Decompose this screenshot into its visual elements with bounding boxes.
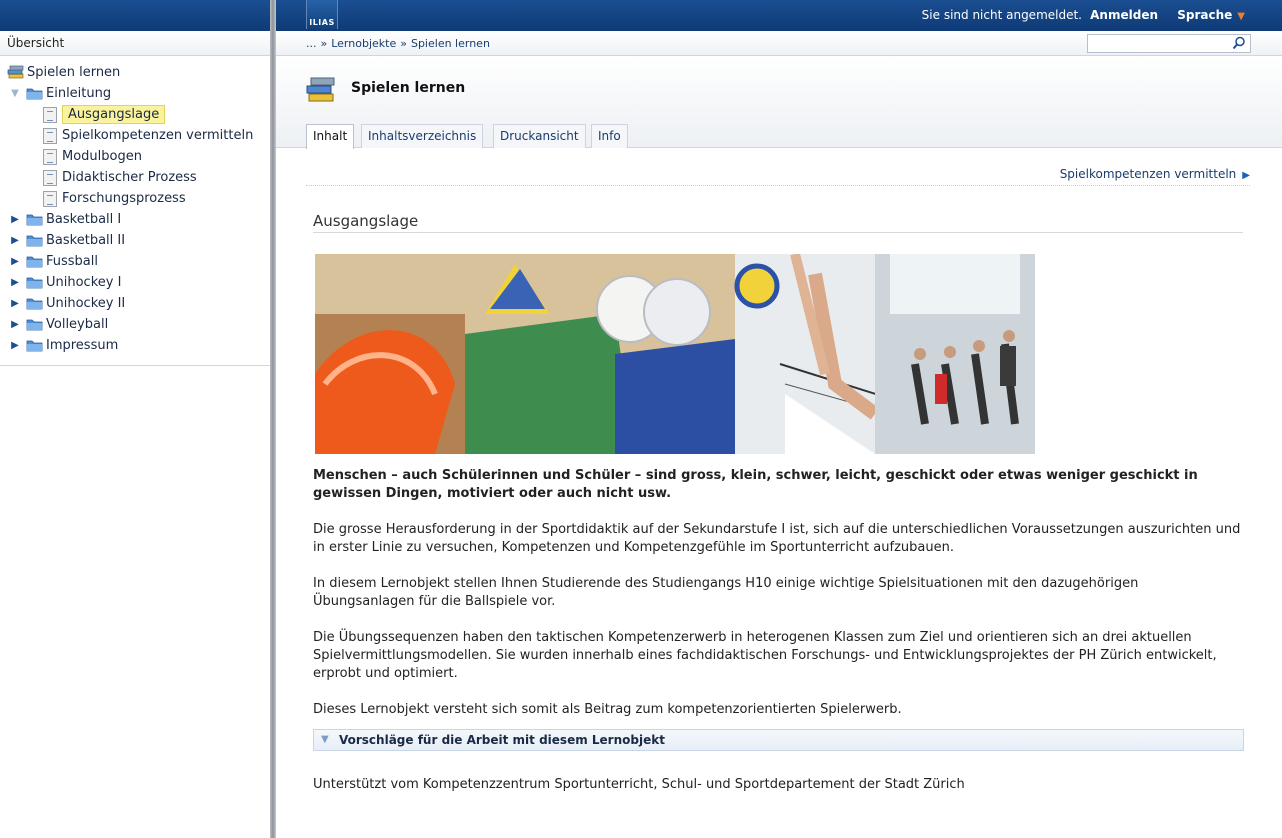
folder-icon <box>26 340 43 352</box>
language-menu-label: Sprache <box>1177 8 1233 22</box>
page-icon <box>43 128 57 144</box>
tree-item-didaktischer-prozess[interactable]: Didaktischer Prozess <box>0 167 270 188</box>
folder-icon <box>26 235 43 247</box>
expand-icon[interactable]: ▶ <box>10 209 20 230</box>
sports-collage-image <box>315 254 1035 454</box>
folder-icon <box>26 298 43 310</box>
tab-inhaltsverzeichnis[interactable]: Inhaltsverzeichnis <box>361 124 484 148</box>
paragraph: Dieses Lernobjekt versteht sich somit al… <box>313 702 902 717</box>
tree-item-label: Unihockey II <box>46 296 126 311</box>
paragraph: In diesem Lernobjekt stellen Ihnen Studi… <box>313 576 1139 609</box>
explorer-heading: Übersicht <box>0 31 270 56</box>
tree-item-label: Spielen lernen <box>27 65 121 80</box>
tree-item-label: Forschungsprozess <box>62 191 186 206</box>
tab-inhalt[interactable]: Inhalt <box>306 124 355 149</box>
paragraph: Die Übungssequenzen haben den taktischen… <box>313 630 1217 681</box>
tree-item-spielen-lernen[interactable]: Spielen lernen <box>0 62 270 83</box>
tree-item-label: Basketball I <box>46 212 122 227</box>
intro-text: Menschen – auch Schülerinnen und Schüler… <box>313 468 1198 501</box>
arrow-right-icon: ▶ <box>1242 170 1250 181</box>
page-icon <box>43 107 57 123</box>
tree-item-label: Didaktischer Prozess <box>62 170 197 185</box>
folder-icon <box>26 214 43 226</box>
expand-icon[interactable]: ▶ <box>10 314 20 335</box>
expand-icon[interactable]: ▶ <box>10 272 20 293</box>
breadcrumb-item[interactable]: ... <box>306 37 317 50</box>
tree-item-label: Einleitung <box>46 86 112 101</box>
tab-druckansicht[interactable]: Druckansicht <box>493 124 586 148</box>
tree-item-label: Basketball II <box>46 233 126 248</box>
login-status-text: Sie sind nicht angemeldet. <box>921 8 1082 22</box>
tree-item-einleitung[interactable]: ▼ Einleitung <box>0 83 270 104</box>
paragraph: Die grosse Herausforderung in der Sportd… <box>313 522 1241 555</box>
folder-icon <box>26 277 43 289</box>
breadcrumb-separator: » <box>320 37 328 50</box>
explorer-panel: Übersicht Spielen lernen ▼ Einleitung Au… <box>0 0 270 838</box>
tree-item-label: Volleyball <box>46 317 109 332</box>
breadcrumb-item[interactable]: Spielen lernen <box>411 37 490 50</box>
breadcrumb-bar: ...» Lernobjekte» Spielen lernen <box>276 31 1282 56</box>
content-pane: ILIAS Sie sind nicht angemeldet. Anmelde… <box>276 0 1282 838</box>
top-bar: ILIAS Sie sind nicht angemeldet. Anmelde… <box>276 0 1282 31</box>
next-page-link[interactable]: Spielkompetenzen vermitteln ▶ <box>1060 167 1250 181</box>
next-page-label: Spielkompetenzen vermitteln <box>1059 167 1237 181</box>
search-icon[interactable] <box>1232 36 1246 50</box>
expand-icon[interactable]: ▶ <box>10 335 20 356</box>
tree-item-fussball[interactable]: ▶ Fussball <box>0 251 270 272</box>
page-icon <box>43 191 57 207</box>
folder-icon <box>26 256 43 268</box>
expand-icon[interactable]: ▶ <box>10 293 20 314</box>
tree-item-label: Impressum <box>46 338 119 353</box>
tree-item-label-current: Ausgangslage <box>62 105 166 124</box>
tree-item-label: Spielkompetenzen vermitteln <box>62 128 254 143</box>
accordion-label: Vorschläge für die Arbeit mit diesem Ler… <box>339 733 665 747</box>
tree-item-unihockey-i[interactable]: ▶ Unihockey I <box>0 272 270 293</box>
expand-icon[interactable]: ▶ <box>10 230 20 251</box>
login-link[interactable]: Anmelden <box>1090 8 1158 22</box>
tree-item-basketball-i[interactable]: ▶ Basketball I <box>0 209 270 230</box>
page-icon <box>43 170 57 186</box>
breadcrumb: ...» Lernobjekte» Spielen lernen <box>306 37 490 50</box>
tree-item-spielkompetenzen-vermitteln[interactable]: Spielkompetenzen vermitteln <box>0 125 270 146</box>
learning-module-icon <box>7 65 24 79</box>
breadcrumb-separator: » <box>400 37 407 50</box>
divider <box>306 185 1250 186</box>
accordion-suggestions[interactable]: ▼ Vorschläge für die Arbeit mit diesem L… <box>313 729 1244 751</box>
language-menu[interactable]: Sprache ▼ <box>1177 8 1245 22</box>
chevron-down-icon: ▼ <box>321 734 329 745</box>
tree-item-ausgangslage[interactable]: Ausgangslage <box>0 104 270 125</box>
tree-item-label: Unihockey I <box>46 275 122 290</box>
breadcrumb-item[interactable]: Lernobjekte <box>331 37 396 50</box>
page-icon <box>43 149 57 165</box>
left-topbar <box>0 0 270 31</box>
tree-item-impressum[interactable]: ▶ Impressum <box>0 335 270 356</box>
caret-down-icon: ▼ <box>1237 11 1245 22</box>
page-header: Spielen lernen Inhalt Inhaltsverzeichnis… <box>276 56 1282 149</box>
search-input[interactable] <box>1087 34 1251 53</box>
ilias-logo[interactable]: ILIAS <box>306 0 338 29</box>
collapse-icon[interactable]: ▼ <box>10 83 20 104</box>
tree-item-volleyball[interactable]: ▶ Volleyball <box>0 314 270 335</box>
folder-icon <box>26 319 43 331</box>
tree-item-basketball-ii[interactable]: ▶ Basketball II <box>0 230 270 251</box>
section-title: Ausgangslage <box>313 212 1243 233</box>
explorer-tree: Spielen lernen ▼ Einleitung Ausgangslage… <box>0 56 270 366</box>
folder-icon <box>26 88 43 100</box>
learning-module-icon <box>306 77 335 102</box>
tree-item-label: Fussball <box>46 254 98 269</box>
expand-icon[interactable]: ▶ <box>10 251 20 272</box>
tree-item-forschungsprozess[interactable]: Forschungsprozess <box>0 188 270 209</box>
footer-text: Unterstützt vom Kompetenzzentrum Sportun… <box>313 777 965 792</box>
tree-item-unihockey-ii[interactable]: ▶ Unihockey II <box>0 293 270 314</box>
tree-item-modulbogen[interactable]: Modulbogen <box>0 146 270 167</box>
tab-info[interactable]: Info <box>591 124 628 148</box>
tree-item-label: Modulbogen <box>62 149 142 164</box>
page-title: Spielen lernen <box>351 80 466 96</box>
